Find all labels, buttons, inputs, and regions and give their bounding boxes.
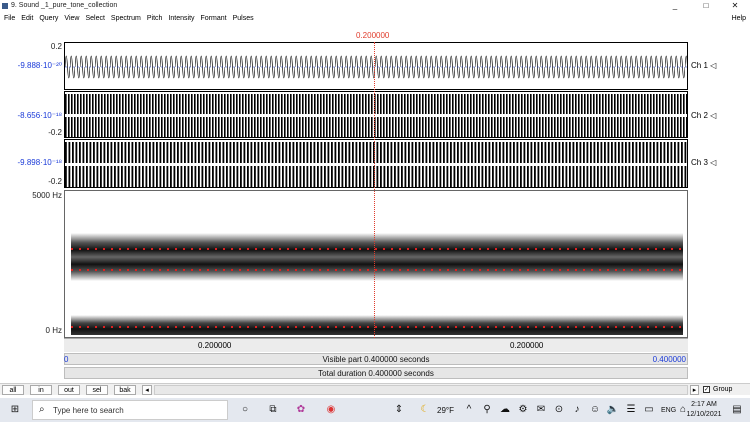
time-tick-right: 0.200000: [510, 341, 544, 350]
zoom-in-button[interactable]: in: [30, 385, 52, 395]
close-button[interactable]: ✕: [720, 0, 750, 13]
tray-icon-1[interactable]: ⚲: [480, 403, 494, 417]
ch2-label[interactable]: Ch 2 ◁: [691, 111, 716, 120]
group-checkbox[interactable]: ✓: [703, 386, 710, 393]
spectrogram-min-label: 0 Hz: [45, 326, 62, 335]
menu-query[interactable]: Query: [39, 15, 58, 22]
menu-spectrum[interactable]: Spectrum: [111, 15, 141, 22]
zoom-bar: all in out sel bak ◂ ▸ ✓ Group: [0, 383, 750, 395]
zoom-all-button[interactable]: all: [2, 385, 24, 395]
menu-select[interactable]: Select: [85, 15, 104, 22]
windows-taskbar: ⊞ ⌕ Type here to search ○ ⧉ ✿ ◉ ⇕ ☾ 29°F…: [0, 398, 750, 422]
weather-moon-icon: ☾: [420, 404, 430, 415]
taskbar-clock[interactable]: 2:17 AM 12/10/2021: [684, 400, 724, 420]
ch1-label-text: Ch 1: [691, 61, 708, 70]
spectral-band-lower: [71, 315, 683, 335]
tray-icon-3[interactable]: ⚙: [516, 403, 530, 417]
search-placeholder: Type here to search: [53, 406, 124, 415]
menu-pulses[interactable]: Pulses: [233, 15, 254, 22]
channel-2-waveform[interactable]: [64, 91, 688, 138]
ch2-bottom-value: -0.2: [48, 128, 62, 137]
title-bar: 9. Sound _1_pure_tone_collection _ □ ✕: [0, 0, 750, 13]
formant-track-3: [71, 326, 683, 328]
tray-icon-7[interactable]: ☺: [588, 403, 602, 417]
show-hidden-icons-chevron-icon[interactable]: ^: [462, 403, 476, 417]
menu-pitch[interactable]: Pitch: [147, 15, 163, 22]
ch3-mid-value: -9.898·10⁻¹⁸: [17, 158, 62, 167]
window-title: 9. Sound _1_pure_tone_collection: [11, 2, 118, 9]
spectral-band-upper: [71, 233, 683, 281]
tray-icon-4[interactable]: ✉: [534, 403, 548, 417]
visible-end: 0.400000: [652, 355, 686, 364]
formant-track-2: [71, 269, 683, 271]
search-icon: ⌕: [39, 404, 45, 415]
total-duration-text: Total duration 0.400000 seconds: [318, 369, 434, 378]
time-tick-left: 0.200000: [198, 341, 232, 350]
ch3-label-text: Ch 3: [691, 158, 708, 167]
network-icon[interactable]: ☰: [624, 403, 638, 417]
battery-icon[interactable]: ▭: [642, 403, 656, 417]
formant-track-1: [71, 248, 683, 250]
ch2-label-text: Ch 2: [691, 111, 708, 120]
clock-date: 12/10/2021: [686, 411, 722, 418]
ch2-mid-value: -8.656·10⁻¹⁸: [17, 111, 62, 120]
tray-icon-5[interactable]: ⊙: [552, 403, 566, 417]
tray-icon-2[interactable]: ☁: [498, 403, 512, 417]
horizontal-scrollbar[interactable]: [154, 385, 688, 395]
channel-3-waveform[interactable]: [64, 139, 688, 188]
menu-bar: File Edit Query View Select Spectrum Pit…: [0, 13, 750, 25]
menu-edit[interactable]: Edit: [21, 15, 33, 22]
scroll-left-arrow-icon[interactable]: ◂: [142, 385, 152, 395]
clock-time: 2:17 AM: [691, 401, 717, 408]
menu-view[interactable]: View: [64, 15, 79, 22]
time-ruler[interactable]: 0.200000 0.200000: [64, 338, 688, 352]
volume-icon[interactable]: 🔈: [606, 403, 620, 417]
maximize-button[interactable]: □: [691, 0, 721, 13]
menu-formant[interactable]: Formant: [201, 15, 227, 22]
menu-intensity[interactable]: Intensity: [168, 15, 194, 22]
ch3-label[interactable]: Ch 3 ◁: [691, 158, 716, 167]
praat-sound-window: 9. Sound _1_pure_tone_collection _ □ ✕ F…: [0, 0, 750, 422]
visible-part-bar[interactable]: 0 Visible part 0.400000 seconds 0.400000: [64, 353, 688, 365]
weather-temperature[interactable]: 29°F: [437, 406, 454, 415]
notifications-icon[interactable]: ▤: [730, 403, 744, 417]
visible-part-text: Visible part 0.400000 seconds: [322, 355, 430, 364]
cursor-line: [374, 42, 375, 338]
zoom-out-button[interactable]: out: [58, 385, 80, 395]
cortana-icon[interactable]: ○: [238, 403, 252, 417]
speaker-icon: ◁: [710, 111, 717, 120]
zoom-selection-button[interactable]: sel: [86, 385, 108, 395]
language-indicator[interactable]: ENG: [661, 407, 676, 414]
ch3-bottom-value: -0.2: [48, 177, 62, 186]
channel-1-waveform[interactable]: [64, 42, 688, 90]
praat-app-icon[interactable]: ✿: [294, 403, 308, 417]
menu-file[interactable]: File: [4, 15, 15, 22]
spectrogram-max-label: 5000 Hz: [32, 191, 62, 200]
total-duration-bar[interactable]: Total duration 0.400000 seconds: [64, 367, 688, 379]
ch1-label[interactable]: Ch 1 ◁: [691, 61, 716, 70]
app-icon: [2, 3, 8, 9]
tray-icon-6[interactable]: ♪: [570, 403, 584, 417]
zoom-back-button[interactable]: bak: [114, 385, 136, 395]
cursor-time-label: 0.200000: [356, 31, 390, 40]
speaker-icon: ◁: [710, 61, 717, 70]
scroll-right-arrow-icon[interactable]: ▸: [690, 385, 699, 395]
group-label: Group: [713, 386, 733, 393]
ch1-mid-value: -9.888·10⁻²⁰: [17, 61, 62, 70]
speaker-icon: ◁: [710, 158, 717, 167]
minimize-button[interactable]: _: [660, 0, 690, 13]
task-view-icon[interactable]: ⧉: [266, 403, 280, 417]
ch1-top-value: 0.2: [50, 42, 62, 51]
taskbar-search-box[interactable]: ⌕ Type here to search: [32, 400, 228, 420]
spectrogram[interactable]: [64, 190, 688, 338]
scroll-arrows-icon[interactable]: ⇕: [392, 403, 406, 417]
chrome-icon[interactable]: ◉: [324, 403, 338, 417]
windows-start-icon[interactable]: ⊞: [8, 403, 22, 417]
menu-help[interactable]: Help: [732, 15, 746, 22]
